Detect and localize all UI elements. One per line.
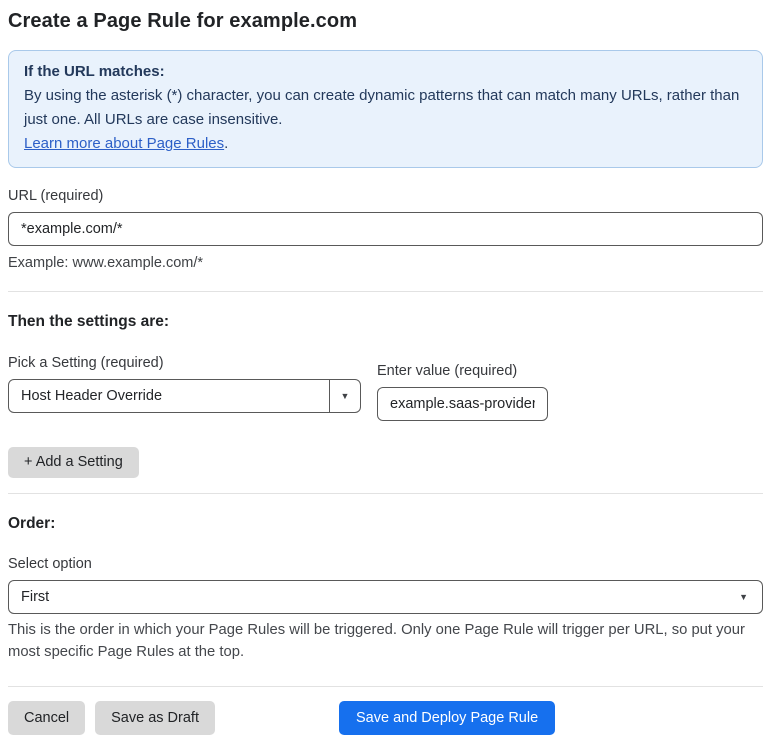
url-match-info-box: If the URL matches: By using the asteris…: [8, 50, 763, 168]
order-select[interactable]: First ▼: [8, 580, 763, 614]
pick-setting-label: Pick a Setting (required): [8, 355, 164, 371]
page-title: Create a Page Rule for example.com: [8, 10, 358, 32]
info-box-heading: If the URL matches:: [24, 63, 165, 80]
divider: [8, 686, 763, 687]
chevron-down-icon: ▼: [739, 591, 748, 602]
enter-value-label: Enter value (required): [377, 363, 518, 379]
learn-more-link[interactable]: Learn more about Page Rules: [24, 135, 224, 152]
pick-setting-column: Pick a Setting (required) Host Header Ov…: [8, 355, 361, 413]
save-draft-button[interactable]: Save as Draft: [95, 701, 215, 735]
footer-actions: Cancel Save as Draft Save and Deploy Pag…: [8, 701, 763, 735]
divider: [8, 291, 763, 292]
url-helper-text: Example: www.example.com/*: [8, 255, 204, 271]
page-rule-form: Create a Page Rule for example.com If th…: [0, 0, 772, 735]
setting-dropdown-value: Host Header Override: [21, 388, 163, 404]
chevron-down-icon: ▼: [340, 390, 350, 401]
enter-value-column: Enter value (required): [377, 355, 548, 421]
setting-dropdown[interactable]: Host Header Override ▼: [8, 379, 361, 413]
order-select-value: First: [21, 589, 50, 605]
info-box-body: By using the asterisk (*) character, you…: [24, 87, 740, 128]
info-box-link-line: Learn more about Page Rules.: [24, 132, 747, 156]
divider: [8, 493, 763, 494]
cancel-button[interactable]: Cancel: [8, 701, 86, 735]
save-deploy-button[interactable]: Save and Deploy Page Rule: [338, 701, 556, 735]
settings-heading: Then the settings are:: [8, 313, 170, 330]
setting-dropdown-toggle[interactable]: ▼: [329, 380, 360, 412]
add-setting-button[interactable]: + Add a Setting: [8, 447, 139, 478]
url-label: URL (required): [8, 188, 104, 204]
setting-row: Pick a Setting (required) Host Header Ov…: [8, 355, 763, 421]
order-heading: Order:: [8, 515, 56, 532]
setting-value-input[interactable]: [377, 387, 548, 421]
order-select-label: Select option: [8, 556, 92, 572]
link-suffix: .: [224, 135, 229, 152]
order-helper-text: This is the order in which your Page Rul…: [8, 622, 745, 660]
url-input[interactable]: [8, 212, 763, 246]
